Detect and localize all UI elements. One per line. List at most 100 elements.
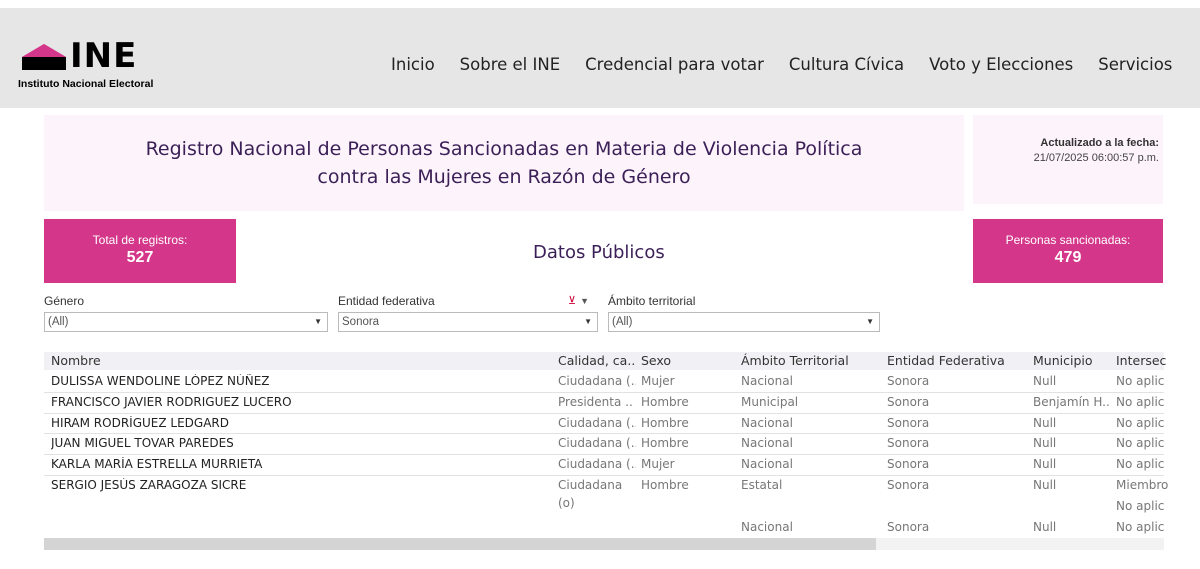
total-records-card: Total de registros: 527 [44, 219, 236, 283]
cell-ambito: Nacional [741, 436, 793, 451]
cell-municipio: Null [1033, 520, 1057, 534]
col-header-calidad[interactable]: Calidad, ca.. [558, 353, 635, 368]
ine-diamond-icon [22, 44, 66, 70]
cell-intersec: No aplic [1116, 415, 1165, 430]
chevron-down-icon: ▼ [584, 317, 592, 326]
cell-intersec: No aplic [1116, 374, 1165, 388]
cell-municipio: Null [1033, 415, 1057, 430]
entidad-select[interactable]: Sonora ▼ [338, 312, 598, 332]
cell-intersec: No aplic [1116, 520, 1165, 534]
cell-entidad: Sonora [887, 478, 930, 492]
col-header-sexo[interactable]: Sexo [641, 353, 671, 368]
cell-calidad: Presidenta .. [558, 394, 633, 409]
cell-sexo: Hombre [641, 478, 689, 492]
row-divider [44, 475, 1164, 476]
genero-select-value: (All) [48, 316, 69, 328]
cell-municipio: Null [1033, 478, 1057, 492]
main-nav: Inicio Sobre el INE Credencial para vota… [391, 55, 1197, 74]
site-header: INE Instituto Nacional Electoral Inicio … [0, 8, 1200, 108]
row-divider [44, 391, 1164, 393]
nav-item-inicio[interactable]: Inicio [391, 55, 435, 74]
cell-entidad: Sonora [887, 415, 930, 430]
cell-nombre: KARLA MARÍA ESTRELLA MURRIETA [51, 457, 263, 472]
filter-ambito-label: Ámbito territorial [608, 294, 696, 308]
chevron-down-icon: ▼ [314, 317, 322, 326]
logo-subtitle: Instituto Nacional Electoral [18, 78, 154, 90]
nav-item-credencial[interactable]: Credencial para votar [585, 55, 764, 74]
col-header-nombre[interactable]: Nombre [51, 353, 101, 368]
col-header-intersec[interactable]: Intersec [1116, 353, 1200, 368]
cell-intersec: No aplic [1116, 499, 1165, 513]
page-title-line1: Registro Nacional de Personas Sancionada… [145, 138, 863, 160]
clear-filter-icon[interactable]: ⊻ ▼ [568, 294, 589, 307]
cell-ambito: Nacional [741, 415, 793, 430]
section-title: Datos Públicos [533, 242, 665, 263]
cell-ambito: Municipal [741, 394, 799, 409]
page-title-line2: contra las Mujeres en Razón de Género [317, 166, 691, 188]
nav-item-sobre[interactable]: Sobre el INE [460, 55, 560, 74]
filter-menu-icon[interactable]: ▼ [580, 296, 589, 306]
ambito-select[interactable]: (All) ▼ [608, 312, 880, 332]
row-divider [44, 433, 1164, 435]
sanctioned-label: Personas sancionadas: [1005, 233, 1131, 247]
page-title: Registro Nacional de Personas Sancionada… [44, 115, 964, 211]
filter-ambito: Ámbito territorial (All) ▼ [608, 294, 880, 332]
col-header-municipio[interactable]: Municipio [1033, 353, 1093, 368]
cell-entidad: Sonora [887, 436, 930, 451]
nav-item-voto[interactable]: Voto y Elecciones [929, 55, 1073, 74]
genero-select[interactable]: (All) ▼ [44, 312, 328, 332]
scroll-thumb[interactable] [44, 538, 876, 550]
cell-entidad: Sonora [887, 457, 930, 472]
cell-municipio: Null [1033, 374, 1057, 388]
cell-ambito: Nacional [741, 520, 793, 534]
entidad-select-value: Sonora [342, 316, 380, 328]
filter-entidad-label: Entidad federativa [338, 294, 435, 308]
cell-calidad: Ciudadana (.. [558, 415, 636, 430]
updated-value: 21/07/2025 06:00:57 p.m. [1033, 152, 1159, 164]
cell-calidad: (o) [558, 496, 575, 510]
cell-ambito: Nacional [741, 374, 793, 388]
nav-item-servicios[interactable]: Servicios [1098, 55, 1172, 74]
cell-sexo: Mujer [641, 374, 675, 388]
col-header-ambito[interactable]: Ámbito Territorial [741, 353, 849, 368]
cell-calidad: Ciudadana (.. [558, 374, 636, 388]
cell-sexo: Mujer [641, 457, 675, 472]
cell-sexo: Hombre [641, 415, 689, 430]
horizontal-scrollbar[interactable] [44, 538, 1164, 550]
cell-sexo: Hombre [641, 394, 689, 409]
sanctioned-card: Personas sancionadas: 479 [973, 219, 1163, 283]
cell-entidad: Sonora [887, 520, 930, 534]
cell-municipio: Benjamín H.. [1033, 394, 1110, 409]
cell-nombre: HIRAM RODRÍGUEZ LEDGARD [51, 415, 229, 430]
row-divider [44, 454, 1164, 456]
cell-municipio: Null [1033, 457, 1057, 472]
col-header-entidad[interactable]: Entidad Federativa [887, 353, 1005, 368]
chevron-down-icon: ▼ [866, 317, 874, 326]
cell-nombre: DULISSA WENDOLINE LÓPEZ NÚÑEZ [51, 374, 270, 388]
cell-calidad: Ciudadana (.. [558, 436, 636, 451]
cell-municipio: Null [1033, 436, 1057, 451]
cell-calidad: Ciudadana [558, 478, 623, 492]
cell-nombre: JUAN MIGUEL TOVAR PAREDES [51, 436, 234, 451]
cell-intersec: No aplic [1116, 394, 1165, 409]
row-divider [44, 412, 1164, 414]
total-records-value: 527 [126, 249, 154, 266]
updated-label: Actualizado a la fecha: [1040, 137, 1159, 149]
filter-entidad: Entidad federativa Sonora ▼ [338, 294, 598, 332]
filter-genero: Género (All) ▼ [44, 294, 328, 332]
updated-panel: Actualizado a la fecha: 21/07/2025 06:00… [973, 115, 1163, 204]
total-records-label: Total de registros: [92, 233, 188, 247]
ine-logo[interactable]: INE Instituto Nacional Electoral [18, 36, 188, 90]
cell-intersec: No aplic [1116, 436, 1165, 451]
logo-text: INE [70, 36, 138, 76]
cell-entidad: Sonora [887, 374, 930, 388]
cell-calidad: Ciudadana (.. [558, 457, 636, 472]
cell-entidad: Sonora [887, 394, 930, 409]
cell-sexo: Hombre [641, 436, 689, 451]
filter-genero-label: Género [44, 294, 85, 308]
cell-intersec: Miembro [1116, 478, 1169, 492]
cell-intersec: No aplic [1116, 457, 1165, 472]
cell-nombre: FRANCISCO JAVIER RODRIGUEZ LUCERO [51, 394, 292, 409]
cell-ambito: Estatal [741, 478, 783, 492]
nav-item-cultura[interactable]: Cultura Cívica [789, 55, 904, 74]
